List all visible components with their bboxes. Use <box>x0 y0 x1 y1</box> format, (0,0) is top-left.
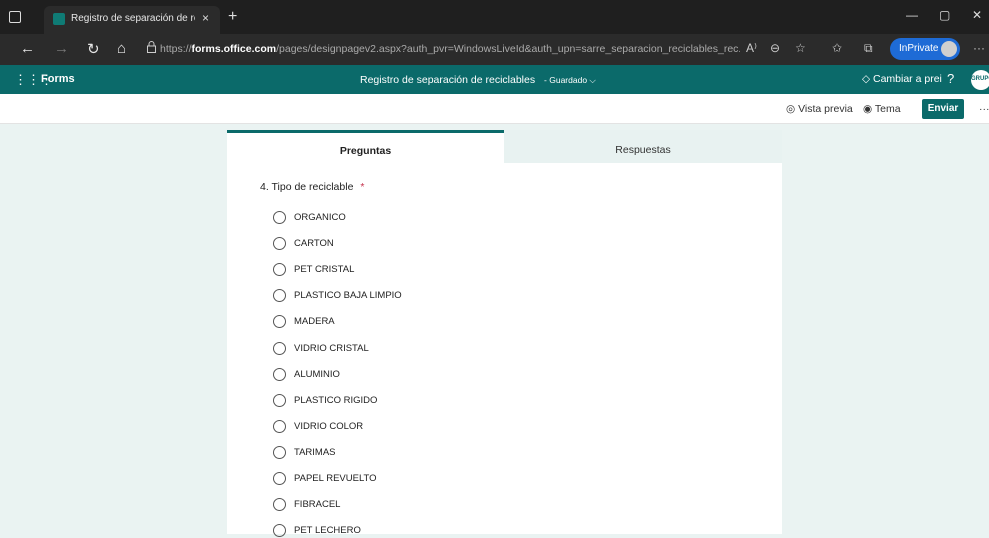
browser-tab-strip: Registro de separación de reciclables × … <box>0 0 989 34</box>
radio-button[interactable] <box>273 472 286 485</box>
browser-tab[interactable]: Registro de separación de reciclables × <box>44 6 220 34</box>
radio-button[interactable] <box>273 367 286 381</box>
forms-app-bar: ⋮⋮⋮ Forms Registro de separación de reci… <box>0 65 989 94</box>
address-bar: ← → ↻ ⌂ https://forms.office.com/pages/d… <box>0 34 989 65</box>
radio-button[interactable] <box>273 419 286 433</box>
option-label: FIBRACEL <box>294 499 341 511</box>
radio-button[interactable] <box>273 237 286 251</box>
new-tab-button[interactable]: + <box>228 8 237 26</box>
form-title-bar[interactable]: Registro de separación de reciclables - … <box>360 74 596 86</box>
preview-button[interactable]: ◎ Vista previa <box>786 103 853 115</box>
option-label: PAPEL REVUELTO <box>294 473 377 484</box>
diamond-icon: ◇ <box>862 73 871 85</box>
save-status: Guardado <box>549 75 588 85</box>
radio-button[interactable] <box>273 445 286 459</box>
radio-button[interactable] <box>273 211 286 224</box>
lock-icon[interactable] <box>147 41 156 53</box>
option-label: TARIMAS <box>294 446 336 458</box>
back-icon[interactable]: ← <box>20 40 35 57</box>
more-options-icon[interactable]: ··· <box>973 41 985 55</box>
close-window-icon[interactable]: ✕ <box>972 8 982 22</box>
radio-button[interactable] <box>273 263 286 277</box>
radio-button[interactable] <box>273 524 286 538</box>
tab-responses[interactable]: Respuestas <box>504 130 782 163</box>
option-label: PLASTICO RIGIDO <box>294 394 378 406</box>
option-label: MADERA <box>294 316 335 328</box>
form-title: Registro de separación de reciclables <box>360 74 536 86</box>
radio-button[interactable] <box>273 315 286 329</box>
inprivate-button[interactable]: InPrivate <box>890 38 960 60</box>
upgrade-button[interactable]: ◇ Cambiar a prei <box>862 73 942 85</box>
read-aloud-icon[interactable]: A⁾ <box>746 41 757 55</box>
url-field[interactable]: https://forms.office.com/pages/designpag… <box>160 43 740 55</box>
collections-icon[interactable]: ⧉ <box>864 41 873 56</box>
option-label: CARTON <box>294 238 334 250</box>
tab-title: Registro de separación de reciclables <box>71 13 195 24</box>
preview-label: Vista previa <box>798 103 853 115</box>
url-path: /pages/designpagev2.aspx?auth_pvr=Window… <box>276 43 740 55</box>
favorites-icon[interactable]: ✩ <box>832 41 842 55</box>
restore-icon[interactable]: ▢ <box>939 8 950 22</box>
url-host: forms.office.com <box>191 43 277 55</box>
palette-icon: ◉ <box>863 103 873 115</box>
tab-questions[interactable]: Preguntas <box>227 130 504 163</box>
tab-close-icon[interactable]: × <box>202 11 209 25</box>
radio-button[interactable] <box>273 341 286 355</box>
radio-button[interactable] <box>273 289 286 303</box>
chevron-down-icon: ⌵ <box>589 75 596 85</box>
forward-icon[interactable]: → <box>54 40 69 57</box>
theme-button[interactable]: ◉ Tema <box>863 103 901 115</box>
tab-actions-icon[interactable] <box>9 11 21 23</box>
command-bar: ◎ Vista previa ◉ Tema Enviar ··· <box>0 94 989 124</box>
zoom-icon[interactable]: ⊖ <box>770 41 780 55</box>
form-card: Preguntas Respuestas 4. Tipo de reciclab… <box>227 130 782 538</box>
option-label: VIDRIO COLOR <box>294 420 364 432</box>
question-text: Tipo de reciclable <box>271 181 354 193</box>
inprivate-label: InPrivate <box>899 43 939 54</box>
send-button[interactable]: Enviar <box>922 99 964 119</box>
upgrade-label: Cambiar a prei <box>873 73 942 85</box>
forms-favicon-icon <box>53 13 65 25</box>
theme-label: Tema <box>874 103 901 115</box>
question-number: 4. <box>260 181 269 193</box>
eye-icon: ◎ <box>786 103 796 115</box>
help-icon[interactable]: ? <box>947 71 954 86</box>
option-label: ALUMINIO <box>294 368 340 380</box>
org-logo[interactable]: GRUPO <box>971 70 989 90</box>
favorite-add-icon[interactable]: ☆ <box>795 41 806 55</box>
option-label: PET LECHERO <box>294 525 361 537</box>
refresh-icon[interactable]: ↻ <box>87 40 100 58</box>
minimize-icon[interactable]: — <box>906 8 918 22</box>
option-label: VIDRIO CRISTAL <box>294 342 369 354</box>
question-title[interactable]: 4. Tipo de reciclable * <box>260 181 364 193</box>
profile-avatar <box>941 41 957 57</box>
home-icon[interactable]: ⌂ <box>117 40 126 57</box>
option-label: PLASTICO BAJA LIMPIO <box>294 290 402 302</box>
option-label: PET CRISTAL <box>294 264 355 276</box>
url-prefix: https:// <box>160 43 192 55</box>
option-label: ORGANICO <box>294 212 346 223</box>
more-actions-icon[interactable]: ··· <box>979 103 989 115</box>
radio-button[interactable] <box>273 498 286 512</box>
app-name[interactable]: Forms <box>41 73 75 85</box>
form-tabs: Preguntas Respuestas <box>227 130 782 163</box>
radio-button[interactable] <box>273 393 286 407</box>
required-marker: * <box>360 181 365 193</box>
